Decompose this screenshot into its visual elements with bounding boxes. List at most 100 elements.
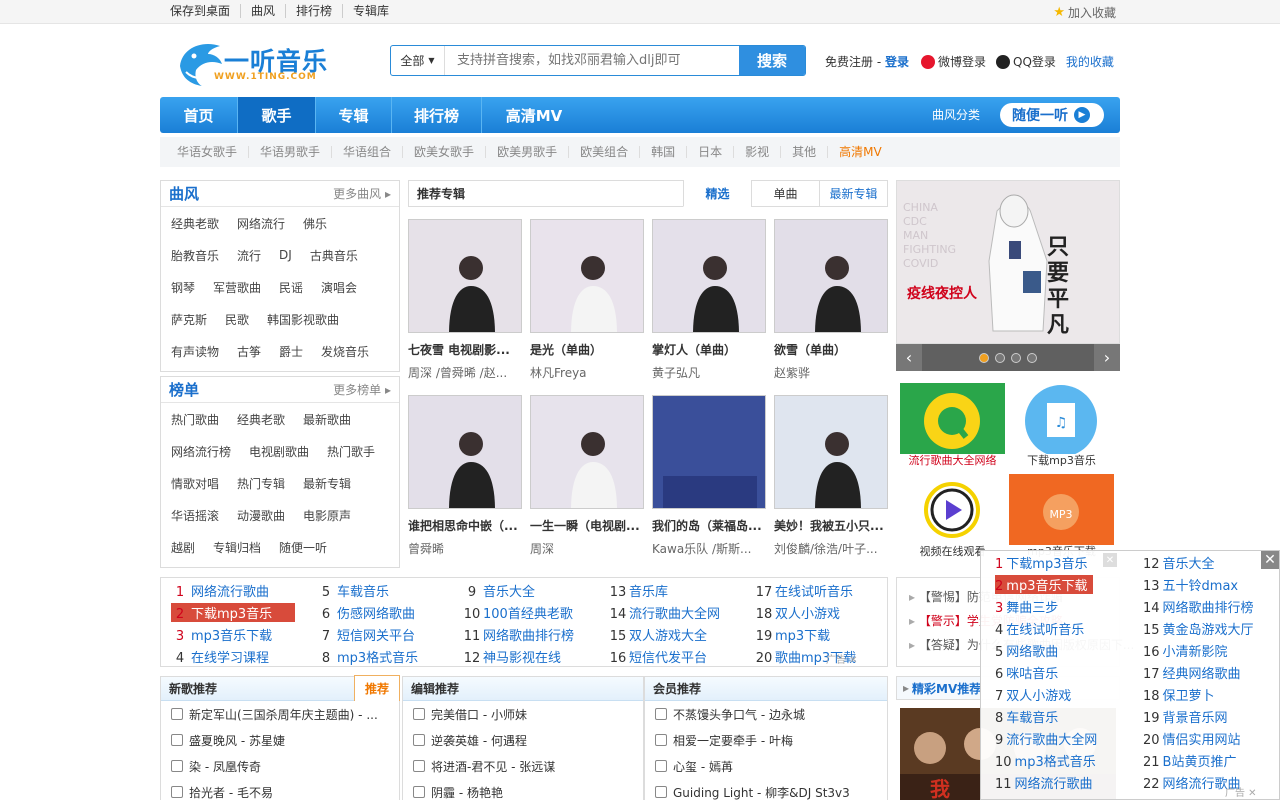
album-cover[interactable] <box>774 395 888 509</box>
popup-link[interactable]: 17 经典网络歌曲 <box>1143 663 1241 682</box>
album-card[interactable]: 一生一瞬（电视剧... 周深 <box>530 395 644 557</box>
prev-arrow-icon[interactable]: ‹ <box>896 344 922 371</box>
popular-link[interactable]: 3 mp3音乐下载 <box>171 625 272 644</box>
popular-link[interactable]: 10 100首经典老歌 <box>463 603 573 622</box>
popup-link[interactable]: 6 咪咕音乐 <box>995 663 1058 682</box>
genres-link[interactable]: 演唱会 <box>321 279 357 296</box>
popup-link[interactable]: 9 流行歌曲大全网 <box>995 729 1097 748</box>
popular-link[interactable]: 17 在线试听音乐 <box>755 581 853 600</box>
album-artist[interactable]: Kawa乐队 /斯斯... <box>652 540 766 557</box>
song-row[interactable]: 染 - 凤凰传奇 <box>161 753 399 779</box>
genres-link[interactable]: 萨克斯 <box>171 311 207 328</box>
popup-link[interactable]: 16 小清新影院 <box>1143 641 1228 660</box>
charts-link[interactable]: 排行榜 <box>285 4 342 18</box>
popup-link[interactable]: 2 mp3音乐下载 <box>995 575 1094 594</box>
popup-link[interactable]: 7 双人小游戏 <box>995 685 1071 704</box>
subnav-item[interactable]: 欧美女歌手 <box>402 146 485 158</box>
album-artist[interactable]: 周深 /曾舜晞 /赵... <box>408 364 522 381</box>
nav-albums[interactable]: 专辑 <box>316 97 392 133</box>
subnav-item[interactable]: 华语男歌手 <box>248 146 331 158</box>
genres-link[interactable]: 民谣 <box>279 279 303 296</box>
genres-link[interactable]: 有声读物 <box>171 343 219 360</box>
song-row[interactable]: 完美借口 - 小师妹 <box>403 701 643 727</box>
nav-genre-category[interactable]: 曲风分类 <box>932 106 980 123</box>
charts-link[interactable]: 电影原声 <box>303 507 351 524</box>
song-checkbox[interactable] <box>655 786 667 798</box>
popup-link[interactable]: 11 网络流行歌曲 <box>995 773 1093 792</box>
genres-link[interactable]: 网络流行 <box>237 215 285 232</box>
popup-link[interactable]: 19 背景音乐网 <box>1143 707 1228 726</box>
song-row[interactable]: 相爱一定要牵手 - 叶梅 <box>645 727 887 753</box>
genres-link[interactable]: 胎教音乐 <box>171 247 219 264</box>
register-link[interactable]: 免费注册 <box>825 53 873 70</box>
popup-link[interactable]: 20 情侣实用网站 <box>1143 729 1241 748</box>
popular-link[interactable]: 15 双人游戏大全 <box>609 625 707 644</box>
album-library-link[interactable]: 专辑库 <box>342 4 399 18</box>
popup-link[interactable]: 21 B站黄页推广 <box>1143 751 1236 770</box>
search-button[interactable]: 搜索 <box>739 46 805 75</box>
tab-latest-albums[interactable]: 最新专辑 <box>819 180 887 207</box>
album-cover[interactable] <box>408 219 522 333</box>
nav-home[interactable]: 首页 <box>160 97 238 133</box>
popular-link[interactable]: 2 下载mp3音乐 <box>171 603 295 622</box>
song-row[interactable]: 逆袭英雄 - 何遇程 <box>403 727 643 753</box>
album-artist[interactable]: 赵紫骅 <box>774 364 888 381</box>
random-play-button[interactable]: 随便一听 ▶ <box>1000 103 1104 127</box>
album-name[interactable]: 一生一瞬（电视剧... <box>530 517 644 534</box>
song-checkbox[interactable] <box>413 786 425 798</box>
popup-link[interactable]: 3 舞曲三步 <box>995 597 1058 616</box>
song-row[interactable]: 盛夏晚风 - 苏星婕 <box>161 727 399 753</box>
album-artist[interactable]: 周深 <box>530 540 644 557</box>
song-row[interactable]: 将进酒-君不见 - 张远谋 <box>403 753 643 779</box>
qq-login-link[interactable]: QQ登录 <box>1013 53 1056 70</box>
tile-mp3-download[interactable]: MP3 mp3音乐下载 <box>1009 474 1114 559</box>
song-row[interactable]: 新定军山(三国杀周年庆主题曲) - ... <box>161 701 399 727</box>
genres-link[interactable]: 民歌 <box>225 311 249 328</box>
album-name[interactable]: 欲雪（单曲） <box>774 341 888 358</box>
popup-link[interactable]: 1 下载mp3音乐 <box>995 553 1087 572</box>
album-card[interactable]: 美妙！我被五小只... 刘俊麟/徐浩/叶子... <box>774 395 888 557</box>
add-favorite-link[interactable]: ★ 加入收藏 <box>1053 4 1116 21</box>
subnav-item[interactable]: 华语组合 <box>331 146 402 158</box>
album-cover[interactable] <box>530 395 644 509</box>
album-card[interactable]: 掌灯人（单曲） 黄子弘凡 <box>652 219 766 381</box>
charts-link[interactable]: 网络流行榜 <box>171 443 231 460</box>
album-name[interactable]: 谁把相思命中嵌（... <box>408 517 522 534</box>
album-cover[interactable] <box>774 219 888 333</box>
popup-link[interactable]: 15 黄金岛游戏大厅 <box>1143 619 1254 638</box>
more-genres-link[interactable]: 更多曲风 ▸ <box>333 185 391 202</box>
charts-link[interactable]: 热门专辑 <box>237 475 285 492</box>
charts-link[interactable]: 动漫歌曲 <box>237 507 285 524</box>
song-row[interactable]: 不蒸馒头争口气 - 边永城 <box>645 701 887 727</box>
album-artist[interactable]: 林凡Freya <box>530 364 644 381</box>
next-arrow-icon[interactable]: › <box>1094 344 1120 371</box>
nav-singers[interactable]: 歌手 <box>238 97 316 133</box>
genres-link[interactable]: 佛乐 <box>303 215 327 232</box>
genres-link[interactable]: 流行 <box>237 247 261 264</box>
song-checkbox[interactable] <box>655 760 667 772</box>
my-favorites-link[interactable]: 我的收藏 <box>1066 53 1114 70</box>
popular-link[interactable]: 1 网络流行歌曲 <box>171 581 269 600</box>
weibo-login-link[interactable]: 微博登录 <box>938 53 986 70</box>
song-checkbox[interactable] <box>171 760 183 772</box>
popup-link[interactable]: 8 车载音乐 <box>995 707 1058 726</box>
album-card[interactable]: 谁把相思命中嵌（... 曾舜晞 <box>408 395 522 557</box>
site-logo[interactable]: 一听音乐 WWW.1TING.COM <box>172 36 332 88</box>
carousel-dot[interactable] <box>995 352 1005 363</box>
genres-link[interactable]: 钢琴 <box>171 279 195 296</box>
genres-link[interactable]: 军营歌曲 <box>213 279 261 296</box>
carousel-dot[interactable] <box>1011 352 1021 363</box>
charts-link[interactable]: 情歌对唱 <box>171 475 219 492</box>
genres-link[interactable]: 发烧音乐 <box>321 343 369 360</box>
song-checkbox[interactable] <box>413 760 425 772</box>
charts-link[interactable]: 最新歌曲 <box>303 411 351 428</box>
popup-link[interactable]: 5 网络歌曲 <box>995 641 1058 660</box>
album-card[interactable]: 我们的岛（莱福岛... Kawa乐队 /斯斯... <box>652 395 766 557</box>
popular-link[interactable]: 6 伤感网络歌曲 <box>317 603 415 622</box>
login-link[interactable]: 登录 <box>885 53 909 70</box>
album-artist[interactable]: 黄子弘凡 <box>652 364 766 381</box>
popup-link[interactable]: 10 mp3格式音乐 <box>995 751 1096 770</box>
popular-link[interactable]: 11 网络歌曲排行榜 <box>463 625 574 644</box>
popular-link[interactable]: 4 在线学习课程 <box>171 647 269 666</box>
song-checkbox[interactable] <box>171 786 183 798</box>
